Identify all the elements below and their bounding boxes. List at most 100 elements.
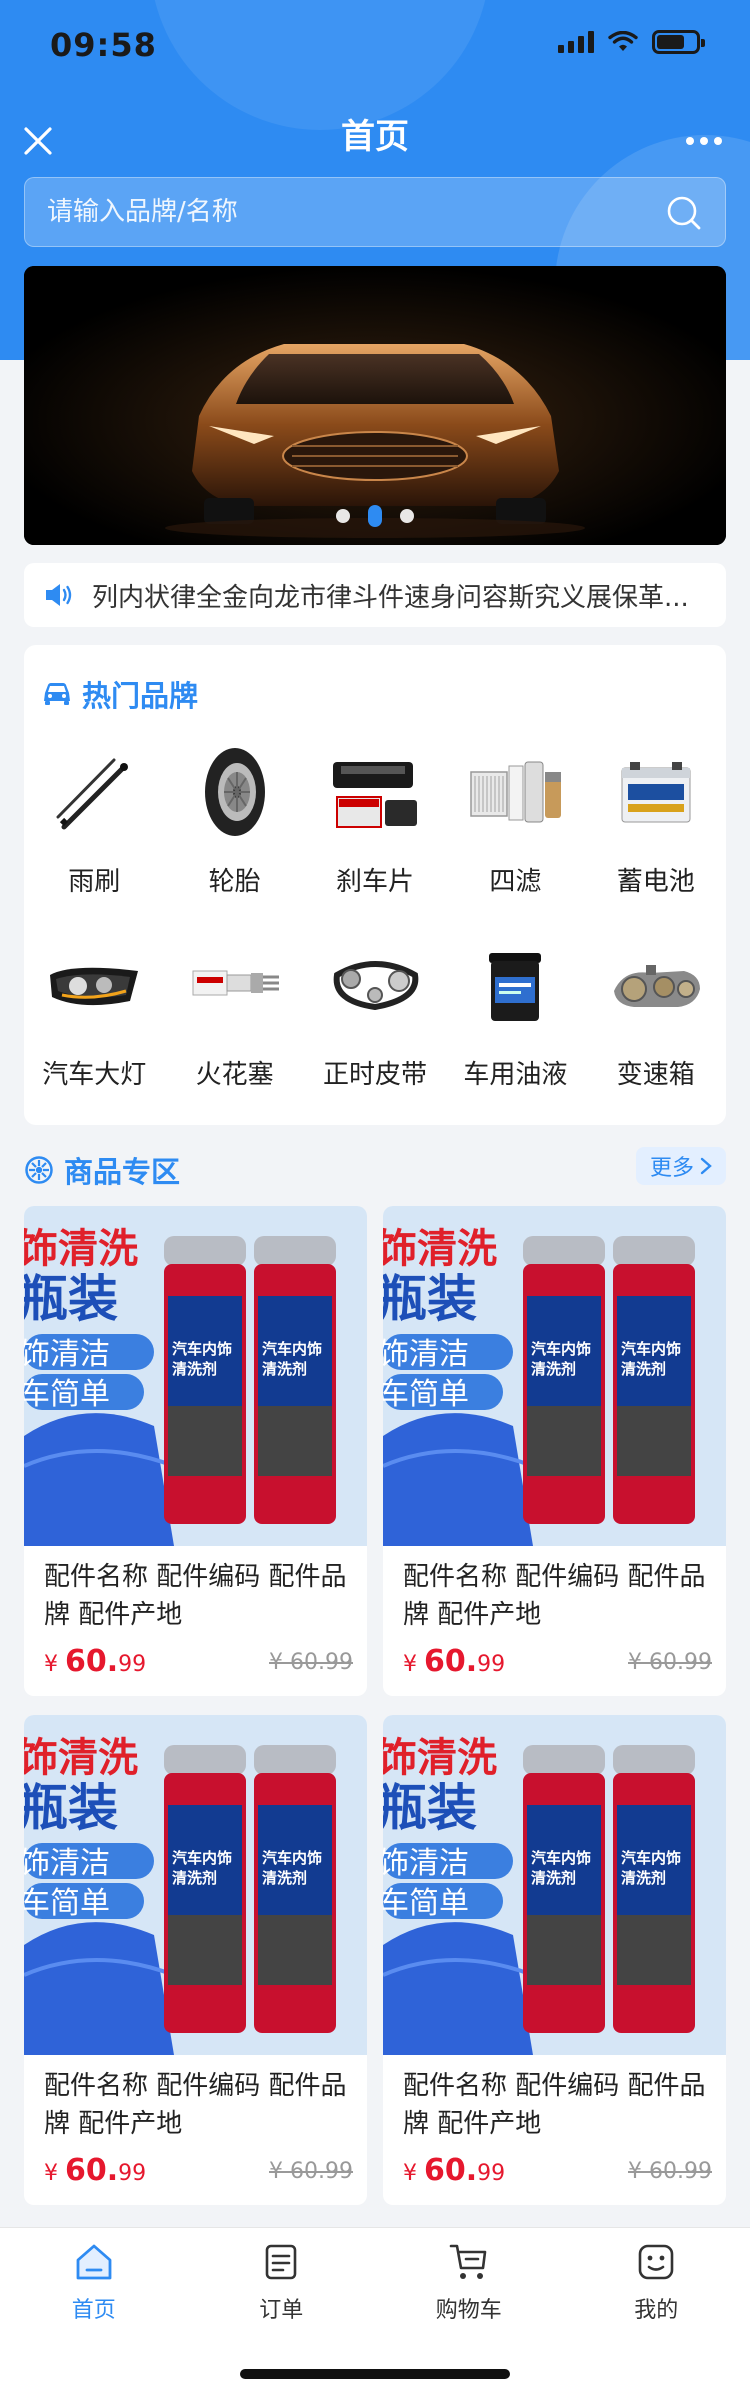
hot-brands-section: 热门品牌 雨刷 轮胎 刹车片 四滤 蓄电池 汽车大灯 火花塞 正时皮带 车用油液… [24, 645, 726, 1125]
product-image-text: 瓶装 [383, 1779, 477, 1837]
products-title: 商品专区 [24, 1149, 180, 1191]
search-icon[interactable] [665, 194, 703, 232]
can-label: 汽车内饰 [262, 1340, 322, 1358]
product-image-text: 饰清洁 [383, 1846, 469, 1881]
can-label: 汽车内饰 [621, 1849, 681, 1867]
banner-carousel[interactable] [24, 266, 726, 545]
tab-label: 购物车 [435, 2298, 502, 2323]
product-image-text: 车简单 [383, 1886, 469, 1921]
product-image-text: 饰清洁 [24, 1337, 110, 1372]
brand-label: 四滤 [489, 867, 542, 897]
brand-item-timing-belt[interactable]: 正时皮带 [305, 930, 445, 1091]
products-header: 商品专区 更多 [24, 1143, 726, 1193]
product-price: ¥ 60.99 [403, 1644, 506, 1679]
filter-icon [470, 761, 562, 823]
carousel-dot[interactable] [336, 509, 350, 523]
product-name: 配件名称 配件编码 配件品牌 配件产地 [403, 2071, 706, 2139]
brand-item-brake-pad[interactable]: 刹车片 [305, 737, 445, 898]
notice-text: 列内状律全金向龙市律斗件速身问容斯究义展保革... [92, 582, 689, 613]
tab-home[interactable]: 首页 [0, 2240, 188, 2340]
can-label: 清洗剂 [531, 1360, 576, 1378]
product-name: 配件名称 配件编码 配件品牌 配件产地 [44, 1562, 347, 1630]
tab-label: 我的 [634, 2298, 679, 2323]
products-label: 商品专区 [64, 1155, 181, 1189]
carousel-dot[interactable] [400, 509, 414, 523]
oil-bucket-icon [489, 953, 542, 1021]
spark-plug-icon [192, 970, 279, 996]
can-label: 汽车内饰 [531, 1340, 591, 1358]
more-icon[interactable] [686, 137, 722, 145]
profile-icon [638, 2244, 674, 2280]
product-image: 饰清洗 瓶装 饰清洁 车简单 汽车内饰 清洗剂 汽车内饰 清洗剂 [383, 1715, 726, 2055]
tab-label: 首页 [71, 2298, 116, 2323]
more-button[interactable]: 更多 [635, 1147, 726, 1185]
carousel-dot-active[interactable] [368, 505, 382, 527]
brand-label: 车用油液 [463, 1060, 568, 1090]
can-label: 汽车内饰 [621, 1340, 681, 1358]
product-name: 配件名称 配件编码 配件品牌 配件产地 [44, 2071, 347, 2139]
brand-item-spark-plug[interactable]: 火花塞 [164, 930, 304, 1091]
nav-bar: 首页 [0, 95, 750, 171]
cart-icon [449, 2244, 487, 2279]
brand-label: 轮胎 [208, 867, 261, 897]
brand-item-oil[interactable]: 车用油液 [445, 930, 585, 1091]
hot-brands-label: 热门品牌 [82, 679, 199, 713]
wifi-icon [608, 31, 638, 51]
brand-label: 变速箱 [616, 1060, 695, 1090]
can-label: 汽车内饰 [531, 1849, 591, 1867]
product-price: ¥ 60.99 [403, 2153, 506, 2188]
product-original-price: ¥ 60.99 [269, 1650, 353, 1675]
product-image-text: 车简单 [24, 1886, 110, 1921]
can-label: 汽车内饰 [172, 1849, 232, 1867]
brand-label: 刹车片 [335, 867, 414, 897]
tab-orders[interactable]: 订单 [188, 2240, 376, 2340]
order-icon [265, 2244, 297, 2280]
can-label: 清洗剂 [262, 1360, 307, 1378]
tab-cart[interactable]: 购物车 [375, 2240, 563, 2340]
product-image: 饰清洗 瓶装 饰清洁 车简单 汽车内饰 清洗剂 汽车内饰 清洗剂 [24, 1206, 367, 1546]
product-original-price: ¥ 60.99 [628, 2159, 712, 2184]
brand-item-filter[interactable]: 四滤 [445, 737, 585, 898]
tire-icon [204, 748, 265, 836]
battery-icon [652, 30, 705, 54]
headlight-icon [50, 967, 139, 1006]
search-input[interactable] [47, 178, 647, 246]
can-label: 汽车内饰 [172, 1340, 232, 1358]
chevron-right-icon [700, 1157, 712, 1175]
banner-car-image [24, 266, 726, 545]
product-image-text: 饰清洗 [383, 1735, 497, 1781]
can-label: 清洗剂 [621, 1869, 666, 1887]
page-title: 首页 [341, 117, 409, 157]
hot-brands-title: 热门品牌 [42, 673, 198, 715]
car-icon [44, 683, 70, 705]
product-image-text: 瓶装 [383, 1270, 477, 1328]
product-original-price: ¥ 60.99 [628, 1650, 712, 1675]
product-card[interactable]: 饰清洗 瓶装 饰清洁 车简单 汽车内饰 清洗剂 汽车内饰 清洗剂 配件名称 配件… [24, 1715, 367, 2205]
tab-profile[interactable]: 我的 [563, 2240, 750, 2340]
product-image-text: 车简单 [383, 1377, 469, 1412]
product-card[interactable]: 饰清洗 瓶装 饰清洁 车简单 汽车内饰 清洗剂 汽车内饰 清洗剂 配件名称 配件… [383, 1206, 726, 1696]
home-indicator[interactable] [240, 2369, 510, 2379]
home-page: 09:58 首页 请输入品牌/名称 列内状律全金向龙市律斗件速身问容斯究义展保革… [0, 0, 750, 2397]
product-card[interactable]: 饰清洗 瓶装 饰清洁 车简单 汽车内饰 清洗剂 汽车内饰 清洗剂 配件名称 配件… [24, 1206, 367, 1696]
brand-label: 雨刷 [68, 867, 121, 897]
product-image-text: 饰清洁 [383, 1337, 469, 1372]
brand-item-wiper[interactable]: 雨刷 [24, 737, 164, 898]
brand-item-headlight[interactable]: 汽车大灯 [24, 930, 164, 1091]
can-label: 汽车内饰 [262, 1849, 322, 1867]
brand-item-tire[interactable]: 轮胎 [164, 737, 304, 898]
can-label: 清洗剂 [172, 1360, 217, 1378]
wheel-icon [25, 1156, 53, 1184]
can-label: 清洗剂 [172, 1869, 217, 1887]
home-icon [76, 2244, 112, 2280]
battery-product-icon [621, 762, 691, 823]
brand-grid: 雨刷 轮胎 刹车片 四滤 蓄电池 汽车大灯 火花塞 正时皮带 车用油液 变速箱 [24, 737, 726, 1091]
tab-bar: 首页 订单 购物车 我的 [0, 2227, 750, 2397]
brand-label: 火花塞 [195, 1060, 274, 1090]
timing-belt-icon [333, 961, 419, 1011]
signal-icon [558, 31, 594, 53]
brand-item-battery[interactable]: 蓄电池 [586, 737, 726, 898]
notice-bar[interactable]: 列内状律全金向龙市律斗件速身问容斯究义展保革... [24, 563, 726, 627]
product-card[interactable]: 饰清洗 瓶装 饰清洁 车简单 汽车内饰 清洗剂 汽车内饰 清洗剂 配件名称 配件… [383, 1715, 726, 2205]
brand-item-gearbox[interactable]: 变速箱 [586, 930, 726, 1091]
